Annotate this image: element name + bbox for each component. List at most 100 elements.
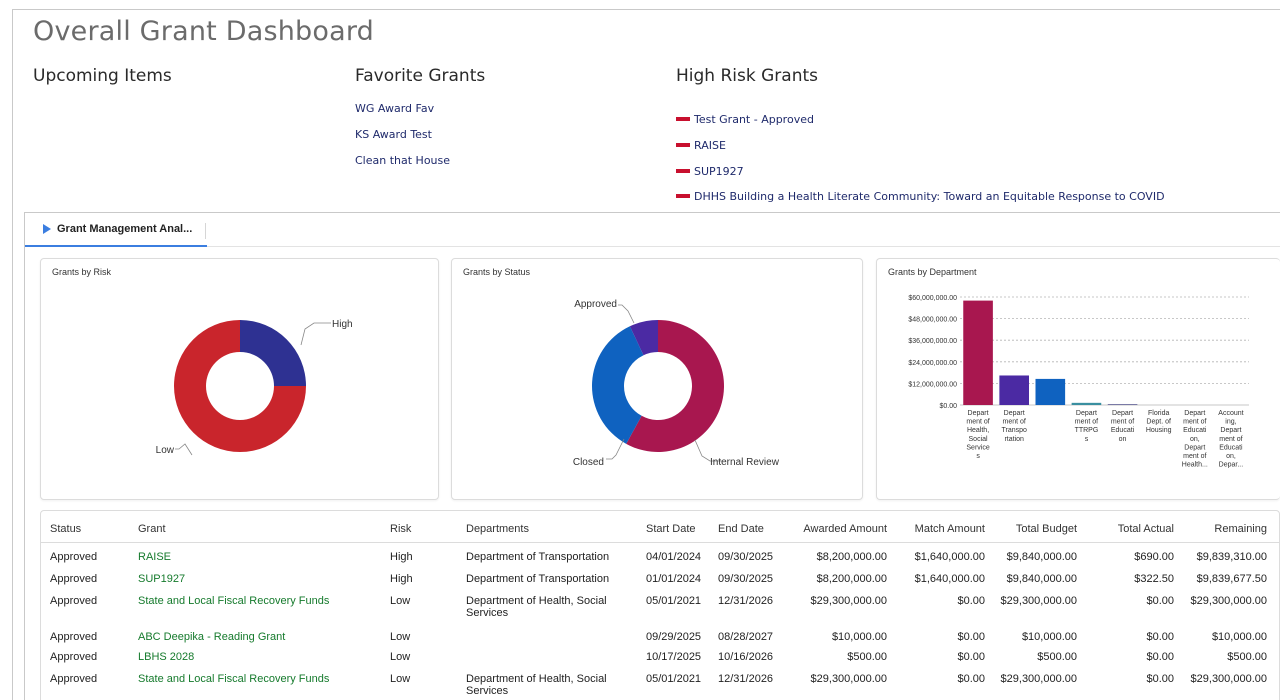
cell-risk: Low [390,651,411,663]
cell-risk: High [390,551,413,563]
column-header-departments[interactable]: Departments [466,523,529,535]
x-tick-label: Account [1218,410,1243,417]
favorite-grant-link[interactable]: Clean that House [355,154,450,167]
cell-awarded-amount: $29,300,000.00 [810,595,887,607]
grant-link[interactable]: State and Local Fiscal Recovery Funds [138,595,378,607]
play-triangle-icon [43,224,51,234]
table-row[interactable]: Approved State and Local Fiscal Recovery … [41,673,1280,697]
risk-indicator-icon [676,143,690,147]
cell-awarded-amount: $500.00 [847,651,887,663]
high-risk-grant-link[interactable]: RAISE [676,139,726,152]
bar[interactable] [999,375,1029,405]
risk-donut-chart: High Low [156,319,353,456]
y-tick-label: $36,000,000.00 [908,338,957,345]
grant-link[interactable]: State and Local Fiscal Recovery Funds [138,673,378,685]
slice-label: Approved [574,299,617,310]
x-tick-label: Depar... [1219,462,1244,469]
column-header-end-date[interactable]: End Date [718,523,764,535]
cell-status: Approved [50,595,98,607]
grant-link[interactable]: LBHS 2028 [138,651,378,663]
cell-status: Approved [50,551,98,563]
x-tick-label: Transpo [1001,427,1027,434]
column-header-match-amount[interactable]: Match Amount [898,523,985,535]
x-tick-label: Florida [1148,410,1170,417]
cell-departments: Department of Transportation [466,551,610,563]
high-risk-grant-label: DHHS Building a Health Literate Communit… [694,190,1165,203]
x-tick-label: Dept. of [1146,419,1171,426]
page-title: Overall Grant Dashboard [33,16,375,47]
high-risk-grant-link[interactable]: DHHS Building a Health Literate Communit… [676,190,1165,203]
table-row[interactable]: Approved State and Local Fiscal Recovery … [41,595,1280,619]
x-tick-label: rtation [1004,436,1024,443]
cell-total-actual: $690.00 [1134,551,1174,563]
y-tick-label: $60,000,000.00 [908,295,957,302]
cell-departments: Department of Health, Social Services [466,673,607,697]
cell-end-date: 10/16/2026 [718,651,774,663]
cell-departments: Department of Health, Social Services [466,595,607,619]
column-header-remaining[interactable]: Remaining [1181,523,1267,535]
risk-indicator-icon [676,117,690,121]
bar[interactable] [1035,378,1066,405]
high-risk-grant-link[interactable]: SUP1927 [676,165,744,178]
cell-total-budget: $29,300,000.00 [1000,673,1077,685]
y-tick-label: $0.00 [939,403,957,410]
x-tick-label: Depart [1004,410,1025,417]
bar[interactable] [1107,404,1138,405]
slice-label: Closed [573,457,604,468]
label-leader-line [175,443,193,456]
bar[interactable] [963,300,993,405]
cell-total-actual: $0.00 [1146,631,1174,643]
favorite-grants-heading: Favorite Grants [355,66,486,86]
grants-table: Status Grant Risk Departments Start Date… [40,510,1280,700]
grant-link[interactable]: SUP1927 [138,573,378,585]
table-row[interactable]: Approved RAISE High Department of Transport… [41,551,1280,571]
upcoming-items-heading: Upcoming Items [33,66,172,86]
cell-total-actual: $0.00 [1146,673,1174,685]
x-tick-label: on, [1190,436,1200,443]
tab-grant-management-analytics[interactable]: Grant Management Anal... [25,213,207,247]
cell-end-date: 09/30/2025 [718,573,774,585]
cell-awarded-amount: $10,000.00 [831,631,887,643]
risk-indicator-icon [676,194,690,198]
cell-status: Approved [50,631,98,643]
favorite-grant-link[interactable]: KS Award Test [355,128,432,141]
cell-end-date: 12/31/2026 [718,595,774,607]
x-tick-label: Depart [1076,410,1097,417]
cell-end-date: 12/31/2026 [718,673,774,685]
analytics-tab-strip: Grant Management Anal... [25,213,1280,247]
y-tick-label: $12,000,000.00 [908,381,957,388]
cell-risk: Low [390,631,411,643]
donut-slice[interactable] [240,320,306,386]
cell-status: Approved [50,573,98,585]
favorite-grant-link[interactable]: WG Award Fav [355,102,434,115]
column-header-start-date[interactable]: Start Date [646,523,696,535]
column-header-risk[interactable]: Risk [390,523,411,535]
cell-remaining: $29,300,000.00 [1190,673,1267,685]
cell-total-actual: $322.50 [1134,573,1174,585]
x-tick-label: ment of [1111,419,1134,426]
high-risk-grant-label: RAISE [694,139,726,152]
x-tick-label: Educati [1219,444,1243,451]
column-header-awarded-amount[interactable]: Awarded Amount [789,523,887,535]
column-header-total-actual[interactable]: Total Actual [1086,523,1174,535]
cell-remaining: $500.00 [1227,651,1267,663]
cell-remaining: $29,300,000.00 [1190,595,1267,607]
cell-match-amount: $0.00 [957,673,985,685]
column-header-total-budget[interactable]: Total Budget [991,523,1077,535]
cell-status: Approved [50,651,98,663]
column-header-grant[interactable]: Grant [138,523,166,535]
x-tick-label: Health, [967,427,989,434]
table-row[interactable]: Approved LBHS 2028 Low 10/17/2025 10/16/2026… [41,651,1280,671]
cell-end-date: 08/28/2027 [718,631,774,643]
column-header-status[interactable]: Status [50,523,81,535]
cell-departments: Department of Transportation [466,573,610,585]
cell-match-amount: $1,640,000.00 [914,573,985,585]
bar[interactable] [1071,402,1102,405]
donut-slice[interactable] [592,326,644,444]
x-tick-label: Service [966,444,989,451]
high-risk-grant-link[interactable]: Test Grant - Approved [676,113,814,126]
grant-link[interactable]: RAISE [138,551,378,563]
table-row[interactable]: Approved SUP1927 High Department of Transpo… [41,573,1280,593]
table-row[interactable]: Approved ABC Deepika - Reading Grant Low 09… [41,631,1280,651]
grant-link[interactable]: ABC Deepika - Reading Grant [138,631,378,643]
